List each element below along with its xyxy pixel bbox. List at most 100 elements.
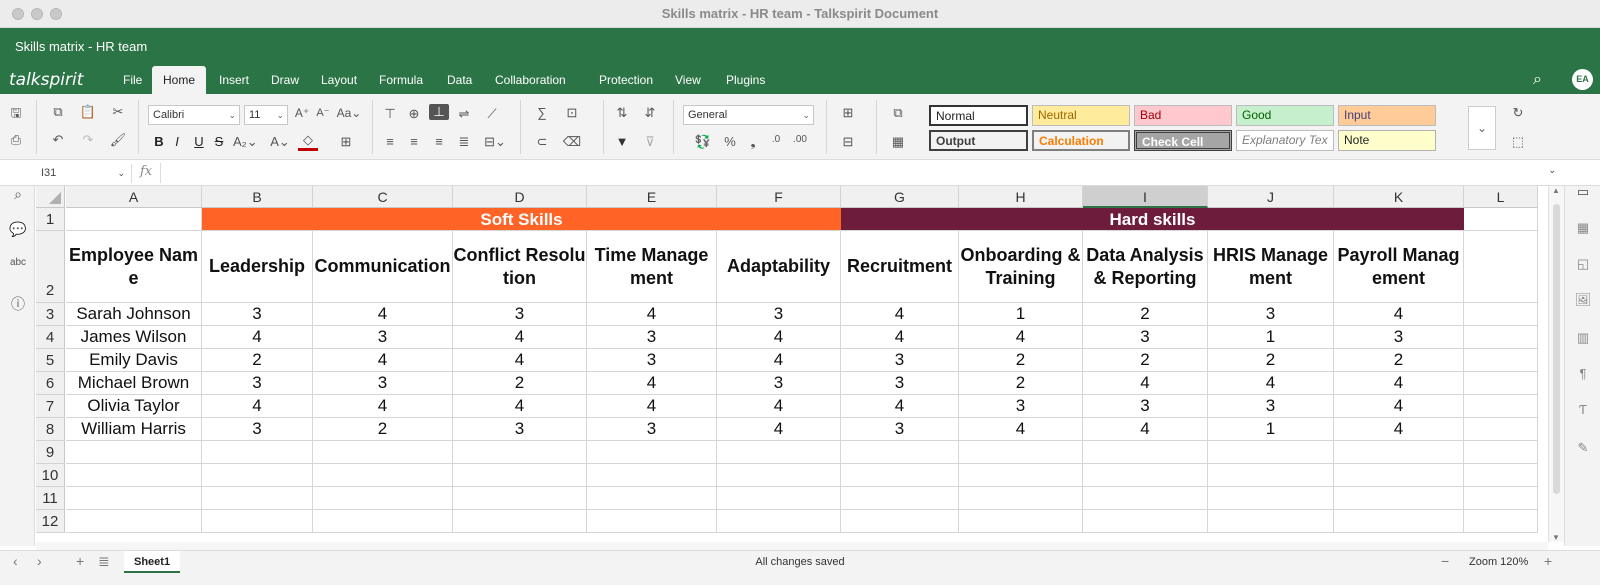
score-cell[interactable]: 3 bbox=[202, 418, 313, 441]
empty-cell[interactable] bbox=[453, 441, 587, 464]
score-cell[interactable]: 1 bbox=[1208, 418, 1334, 441]
empty-cell[interactable] bbox=[202, 487, 313, 510]
score-cell[interactable]: 4 bbox=[959, 326, 1083, 349]
column-header-b[interactable]: B bbox=[202, 186, 313, 208]
empty-cell[interactable] bbox=[202, 441, 313, 464]
justify-icon[interactable]: ≣ bbox=[454, 134, 474, 150]
column-header-e[interactable]: E bbox=[587, 186, 717, 208]
empty-cell[interactable] bbox=[66, 510, 202, 533]
empty-cell[interactable] bbox=[1464, 510, 1538, 533]
empty-cell[interactable] bbox=[1464, 395, 1538, 418]
score-cell[interactable]: 4 bbox=[313, 395, 453, 418]
score-cell[interactable]: 4 bbox=[313, 349, 453, 372]
font-name-select[interactable]: Calibri ⌄ bbox=[148, 105, 240, 125]
column-header-d[interactable]: D bbox=[453, 186, 587, 208]
score-cell[interactable]: 1 bbox=[1208, 326, 1334, 349]
redo-icon[interactable]: ↷ bbox=[78, 132, 98, 148]
tab-layout[interactable]: Layout bbox=[319, 66, 359, 94]
comma-style-icon[interactable]: ❟ bbox=[743, 134, 763, 150]
table-settings-icon[interactable]: ▦ bbox=[1574, 220, 1592, 236]
empty-cell[interactable] bbox=[1464, 303, 1538, 326]
empty-cell[interactable] bbox=[1083, 441, 1208, 464]
horizontal-scrollbar[interactable] bbox=[36, 542, 1548, 550]
tab-protection[interactable]: Protection bbox=[597, 66, 655, 94]
empty-cell[interactable] bbox=[313, 510, 453, 533]
empty-cell[interactable] bbox=[717, 464, 841, 487]
empty-cell[interactable] bbox=[1464, 487, 1538, 510]
insert-function-icon[interactable]: ⊂ bbox=[532, 134, 552, 150]
styles-expand-button[interactable]: ⌄ bbox=[1468, 106, 1496, 150]
score-cell[interactable]: 3 bbox=[841, 418, 959, 441]
empty-cell[interactable] bbox=[1083, 487, 1208, 510]
score-cell[interactable]: 4 bbox=[202, 326, 313, 349]
empty-cell[interactable] bbox=[313, 487, 453, 510]
score-cell[interactable]: 2 bbox=[453, 372, 587, 395]
tab-collaboration[interactable]: Collaboration bbox=[493, 66, 568, 94]
subscript-icon[interactable]: A₂⌄ bbox=[233, 134, 258, 150]
image-settings-icon[interactable]: 🖼 bbox=[1574, 292, 1592, 308]
empty-cell[interactable] bbox=[717, 441, 841, 464]
score-cell[interactable]: 2 bbox=[313, 418, 453, 441]
column-header-a[interactable]: A bbox=[66, 186, 202, 208]
tab-insert[interactable]: Insert bbox=[217, 66, 251, 94]
score-cell[interactable]: 3 bbox=[453, 418, 587, 441]
copy-icon[interactable]: ⧉ bbox=[48, 104, 68, 120]
score-cell[interactable]: 2 bbox=[959, 372, 1083, 395]
score-cell[interactable]: 4 bbox=[1334, 372, 1464, 395]
score-cell[interactable]: 4 bbox=[1334, 418, 1464, 441]
empty-cell[interactable] bbox=[1208, 487, 1334, 510]
avatar[interactable]: EA bbox=[1572, 69, 1593, 90]
score-cell[interactable]: 4 bbox=[1334, 395, 1464, 418]
empty-cell[interactable] bbox=[587, 510, 717, 533]
scroll-down-icon[interactable]: ▼ bbox=[1552, 533, 1560, 542]
score-cell[interactable]: 4 bbox=[717, 349, 841, 372]
cell-settings-icon[interactable]: ▭ bbox=[1574, 184, 1592, 200]
vertical-scrollbar[interactable]: ▲ ▼ bbox=[1548, 186, 1564, 542]
score-cell[interactable]: 2 bbox=[1083, 349, 1208, 372]
sort-descending-icon[interactable]: ⇵ bbox=[640, 105, 660, 121]
row-header-7[interactable]: 7 bbox=[36, 395, 65, 418]
empty-cell[interactable] bbox=[587, 487, 717, 510]
merge-cells-icon[interactable]: ⊟⌄ bbox=[482, 134, 508, 150]
filter-icon[interactable]: ▼ bbox=[612, 134, 632, 149]
row-header-8[interactable]: 8 bbox=[36, 418, 65, 441]
empty-cell[interactable] bbox=[1334, 487, 1464, 510]
score-cell[interactable]: 2 bbox=[959, 349, 1083, 372]
score-cell[interactable]: 2 bbox=[1083, 303, 1208, 326]
spellcheck-icon[interactable]: abc bbox=[8, 257, 28, 268]
employee-name-cell[interactable]: William Harris bbox=[66, 418, 202, 441]
underline-button[interactable]: U bbox=[189, 134, 209, 149]
style-normal[interactable]: Normal bbox=[929, 105, 1028, 126]
font-color-icon[interactable]: A⌄ bbox=[270, 134, 290, 150]
style-check-cell[interactable]: Check Cell bbox=[1134, 130, 1232, 151]
shape-settings-icon[interactable]: ◱ bbox=[1574, 256, 1592, 272]
row-header-2[interactable]: 2 bbox=[36, 231, 65, 303]
tab-data[interactable]: Data bbox=[445, 66, 474, 94]
empty-cell[interactable] bbox=[959, 487, 1083, 510]
empty-cell[interactable] bbox=[1334, 510, 1464, 533]
score-cell[interactable]: 3 bbox=[587, 418, 717, 441]
scroll-up-icon[interactable]: ▲ bbox=[1552, 186, 1560, 195]
score-cell[interactable]: 3 bbox=[587, 349, 717, 372]
score-cell[interactable]: 4 bbox=[1208, 372, 1334, 395]
score-cell[interactable]: 3 bbox=[587, 326, 717, 349]
column-header-l[interactable]: L bbox=[1464, 186, 1538, 208]
cut-icon[interactable]: ✂ bbox=[108, 104, 128, 120]
formula-input[interactable] bbox=[160, 163, 1545, 183]
name-box[interactable]: I31 ⌄ bbox=[36, 164, 132, 183]
info-icon[interactable]: ⓘ bbox=[8, 294, 28, 314]
paste-icon[interactable]: 📋 bbox=[78, 104, 98, 120]
column-title[interactable]: Adaptability bbox=[717, 231, 841, 303]
score-cell[interactable]: 3 bbox=[1334, 326, 1464, 349]
tab-view[interactable]: View bbox=[673, 66, 703, 94]
score-cell[interactable]: 3 bbox=[453, 303, 587, 326]
font-size-select[interactable]: 11 ⌄ bbox=[244, 105, 288, 125]
format-as-table-icon[interactable]: ▦ bbox=[888, 134, 908, 150]
style-output[interactable]: Output bbox=[929, 130, 1028, 151]
score-cell[interactable]: 3 bbox=[717, 303, 841, 326]
text-art-settings-icon[interactable]: Ƭ bbox=[1574, 402, 1592, 417]
row-header-9[interactable]: 9 bbox=[36, 441, 65, 464]
tab-home[interactable]: Home bbox=[152, 66, 207, 94]
vertical-scroll-thumb[interactable] bbox=[1553, 204, 1560, 494]
column-title[interactable]: Leadership bbox=[202, 231, 313, 303]
